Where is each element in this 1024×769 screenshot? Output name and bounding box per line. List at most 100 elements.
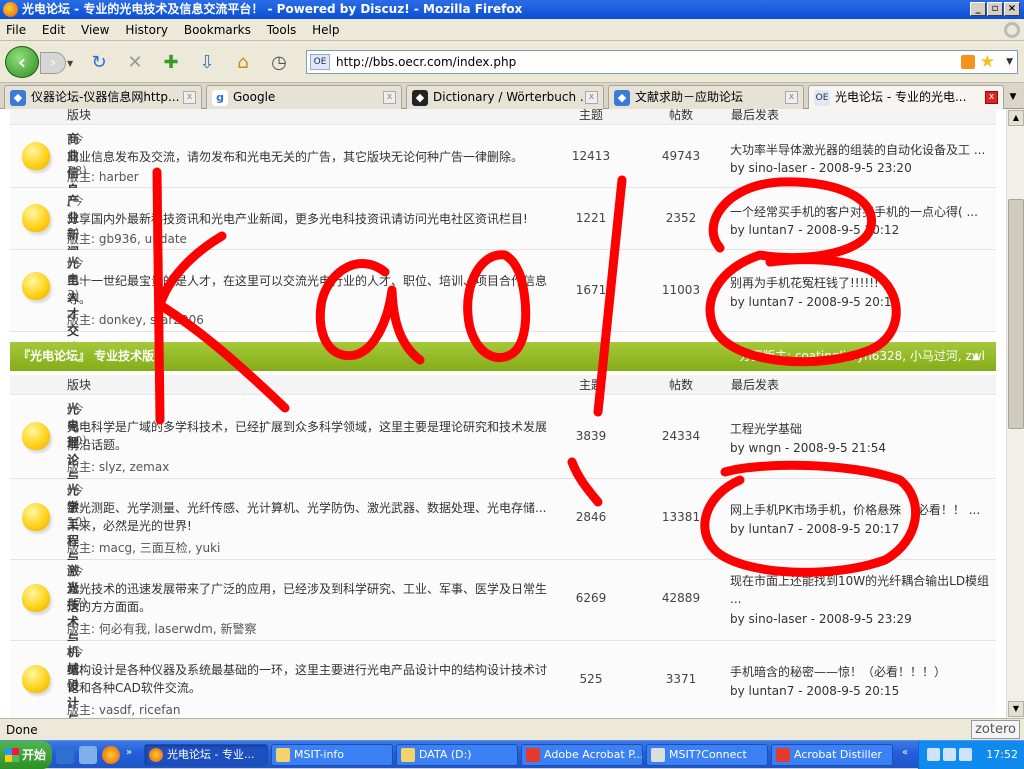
last-post-title[interactable]: 别再为手机花冤枉钱了!!!!!!: [730, 274, 992, 292]
start-button[interactable]: 开始: [0, 741, 52, 769]
header-forum: 版块: [67, 109, 92, 122]
last-post-title[interactable]: 网上手机PK市场手机，价格悬殊 （必看！！ ...: [730, 501, 992, 519]
scroll-thumb[interactable]: [1008, 199, 1024, 429]
maximize-button[interactable]: ▫: [987, 2, 1003, 16]
task-msit-info[interactable]: MSIT-info: [271, 744, 393, 766]
quicklaunch-more-icon[interactable]: »: [126, 747, 132, 758]
task-msit-connect[interactable]: MSIT?Connect: [646, 744, 768, 766]
tab-literature-help[interactable]: ◆ 文献求助－应助论坛 x: [608, 85, 804, 109]
task-acrobat-distiller[interactable]: Acrobat Distiller: [771, 744, 893, 766]
section-moderators[interactable]: 分区版主: coatingli, lyh6328, 小马过河, zwl: [739, 342, 985, 371]
last-post-title[interactable]: 现在市面上还能找到10W的光纤耦合输出LD模组 ...: [730, 572, 992, 608]
forum-posts: 42889: [661, 591, 701, 605]
navigation-toolbar: ‹ › ▼ ↻ ✕ ✚ ⇩ ⌂ ◷ OE http://bbs.oecr.com…: [0, 41, 1024, 83]
last-post-by[interactable]: by luntan7 - 2008-9-5 20:12: [730, 221, 992, 239]
tab-bar: ◆ 仪器论坛-仪器信息网http... x g Google x ◆ Dicti…: [0, 83, 1024, 110]
last-post-by[interactable]: by luntan7 - 2008-9-5 20:17: [730, 520, 992, 538]
forum-moderators[interactable]: 版主: slyz, zemax: [67, 458, 169, 475]
forum-moderators[interactable]: 版主: harber: [67, 168, 139, 185]
close-button[interactable]: ×: [1004, 2, 1020, 16]
forum-description: 激光技术的迅速发展带来了广泛的应用，已经涉及到科学研究、工业、军事、医学及日常生…: [67, 582, 548, 614]
acrobat-icon: [526, 748, 540, 762]
rss-feed-icon[interactable]: [961, 55, 975, 69]
url-text[interactable]: http://bbs.oecr.com/index.php: [336, 55, 516, 69]
menu-edit[interactable]: Edit: [36, 19, 71, 41]
forum-moderators[interactable]: 版主: vasdf, ricefan: [67, 701, 180, 718]
scroll-up-arrow-icon[interactable]: ▲: [1008, 110, 1024, 126]
tab-close-icon[interactable]: x: [985, 91, 998, 104]
last-post-title[interactable]: 一个经常买手机的客户对买手机的一点心得( ...: [730, 203, 992, 221]
last-post-title[interactable]: 工程光学基础: [730, 420, 992, 438]
tab-close-icon[interactable]: x: [183, 91, 196, 104]
menu-bar: File Edit View History Bookmarks Tools H…: [0, 19, 1024, 41]
forum-topics: 2846: [575, 510, 607, 524]
reload-icon[interactable]: ↻: [88, 52, 110, 74]
download-icon[interactable]: ⇩: [196, 52, 218, 74]
last-post-by[interactable]: by wngn - 2008-9-5 21:54: [730, 439, 992, 457]
forward-button[interactable]: ›: [40, 52, 66, 74]
last-post-title[interactable]: 大功率半导体激光器的组装的自动化设备及工 ...: [730, 141, 992, 159]
forum-row: 机械设计与软件使用 (今日: 5) 结构设计是各种仪器及系统最基础的一环，这里主…: [10, 641, 996, 718]
menu-tools[interactable]: Tools: [261, 19, 303, 41]
zotero-button[interactable]: zotero: [971, 720, 1020, 739]
task-firefox[interactable]: 光电论坛 - 专业...: [144, 744, 268, 766]
menu-bookmarks[interactable]: Bookmarks: [178, 19, 257, 41]
forum-description: 分享国内外最新科技资讯和光电产业新闻，更多光电科技资讯请访问光电社区资讯栏目!: [67, 212, 528, 226]
task-data-drive[interactable]: DATA (D:): [396, 744, 518, 766]
history-dropdown-icon[interactable]: ▼: [67, 59, 73, 68]
collapse-icon[interactable]: ▲: [972, 342, 980, 371]
tray-network-icon[interactable]: [927, 748, 940, 761]
address-bar[interactable]: OE http://bbs.oecr.com/index.php ★ ▼: [306, 50, 1018, 74]
menu-file[interactable]: File: [0, 19, 32, 41]
quicklaunch-desktop-icon[interactable]: [79, 746, 97, 764]
forum-posts: 11003: [661, 283, 701, 297]
tab-instrument-forum[interactable]: ◆ 仪器论坛-仪器信息网http... x: [4, 85, 202, 109]
forum-moderators[interactable]: 版主: macg, 三面互检, yuki: [67, 539, 220, 556]
scroll-down-arrow-icon[interactable]: ▼: [1008, 701, 1024, 717]
last-post-title[interactable]: 手机暗含的秘密——惊！（必看！！！）: [730, 663, 992, 681]
forum-topics: 12413: [571, 149, 611, 163]
tab-label: 文献求助－应助论坛: [635, 90, 744, 104]
forum-moderators[interactable]: 版主: donkey, star2006: [67, 311, 204, 328]
forum-description: 二十一世纪最宝贵的是人才，在这里可以交流光电行业的人才、职位、培训、项目合作信息…: [67, 274, 548, 306]
tab-dictionary[interactable]: ◆ Dictionary / Wörterbuch ... x: [406, 85, 604, 109]
quicklaunch-firefox-icon[interactable]: [102, 746, 120, 764]
last-post-by[interactable]: by luntan7 - 2008-9-5 20:15: [730, 682, 992, 700]
window-title-bar: 光电论坛 - 专业的光电技术及信息交流平台！ - Powered by Disc…: [0, 0, 1024, 19]
bookmark-star-icon[interactable]: ★: [980, 51, 995, 73]
last-post-by[interactable]: by sino-laser - 2008-9-5 23:20: [730, 159, 992, 177]
history-clock-icon[interactable]: ◷: [268, 52, 290, 74]
back-button[interactable]: ‹: [5, 46, 39, 78]
home-icon[interactable]: ⌂: [232, 52, 254, 74]
tab-close-icon[interactable]: x: [585, 91, 598, 104]
tray-expand-icon[interactable]: «: [902, 747, 908, 758]
section-header-tech[interactable]: 『光电论坛』 专业技术版 分区版主: coatingli, lyh6328, 小…: [10, 342, 996, 371]
tab-close-icon[interactable]: x: [785, 91, 798, 104]
tray-volume-icon[interactable]: [943, 748, 956, 761]
tab-list-dropdown-icon[interactable]: ▼: [1004, 87, 1022, 107]
tab-google[interactable]: g Google x: [206, 85, 402, 109]
quicklaunch-ie-icon[interactable]: [56, 746, 74, 764]
last-post-by[interactable]: by sino-laser - 2008-9-5 23:29: [730, 610, 992, 628]
menu-view[interactable]: View: [75, 19, 115, 41]
minimize-button[interactable]: _: [970, 2, 986, 16]
tray-app-icon[interactable]: [959, 748, 972, 761]
stop-icon[interactable]: ✕: [124, 52, 146, 74]
forum-moderators[interactable]: 版主: 何必有我, laserwdm, 新警察: [67, 620, 257, 637]
menu-help[interactable]: Help: [306, 19, 345, 41]
tab-oecr-forum[interactable]: OE 光电论坛 - 专业的光电... x: [808, 85, 1004, 110]
section-title[interactable]: 『光电论坛』 专业技术版: [18, 342, 154, 371]
menu-history[interactable]: History: [119, 19, 174, 41]
clock: 17:52: [986, 748, 1018, 761]
forum-moderators[interactable]: 版主: gb936, update: [67, 230, 187, 247]
connect-icon: [651, 748, 665, 762]
tab-label: 光电论坛 - 专业的光电...: [835, 90, 967, 104]
task-adobe-acrobat[interactable]: Adobe Acrobat P...: [521, 744, 643, 766]
url-dropdown-icon[interactable]: ▼: [1006, 57, 1013, 67]
forum-posts: 13381: [661, 510, 701, 524]
vertical-scrollbar[interactable]: ▲ ▼: [1006, 109, 1024, 718]
last-post-by[interactable]: by luntan7 - 2008-9-5 20:11: [730, 293, 992, 311]
new-tab-icon[interactable]: ✚: [160, 52, 182, 74]
header-posts: 帖数: [669, 109, 694, 122]
tab-close-icon[interactable]: x: [383, 91, 396, 104]
